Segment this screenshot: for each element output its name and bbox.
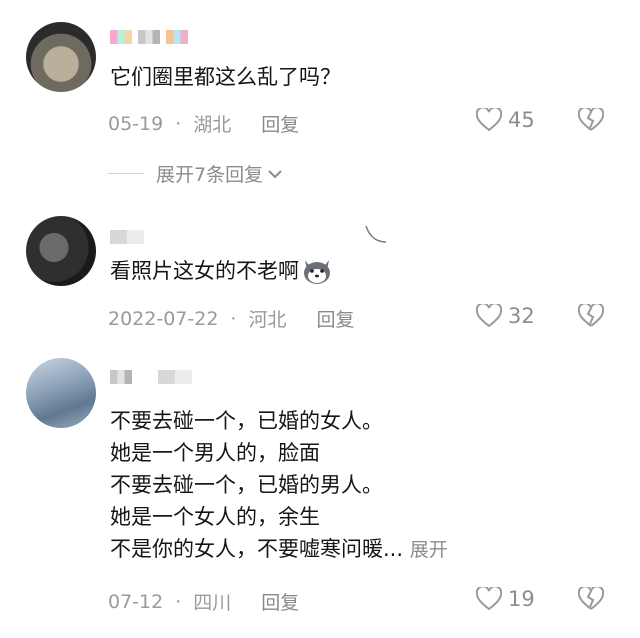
broken-heart-icon xyxy=(578,304,604,328)
heart-outline-icon xyxy=(476,304,502,328)
heart-outline-icon xyxy=(476,108,502,132)
blurred-name-part xyxy=(158,370,192,384)
comment-date: 05-19 xyxy=(108,112,164,135)
comment-line-truncated: 不是你的女人，不要嘘寒问暖... xyxy=(110,537,404,561)
comment-meta: 07-12 · 四川 回复 xyxy=(108,588,299,615)
blurred-name-part xyxy=(110,230,144,244)
comment-text: 它们圈里都这么乱了吗？ xyxy=(110,65,341,89)
like-button[interactable]: 19 xyxy=(476,587,535,611)
separator: · xyxy=(175,112,182,135)
avatar[interactable] xyxy=(26,216,96,286)
like-count: 32 xyxy=(508,304,535,328)
comment-line-last: 不是你的女人，不要嘘寒问暖... 展开 xyxy=(110,533,448,566)
comment-text: 看照片这女的不老啊 xyxy=(110,256,333,286)
comment-line: 不要去碰一个，已婚的男人。 xyxy=(110,473,383,497)
username-blurred[interactable] xyxy=(110,30,188,44)
comment-line: 不要去碰一个，已婚的女人。 xyxy=(110,409,383,433)
comment-location: 河北 xyxy=(248,309,287,331)
like-count: 19 xyxy=(508,587,535,611)
separator: · xyxy=(175,590,182,613)
reply-button[interactable]: 回复 xyxy=(261,588,299,615)
comment-text-body: 看照片这女的不老啊 xyxy=(110,259,299,283)
husky-emoji-icon xyxy=(301,256,333,286)
blurred-name-part xyxy=(166,30,188,44)
blurred-name-part xyxy=(110,30,132,44)
comment-meta: 2022-07-22 · 河北 回复 xyxy=(108,305,355,332)
comment-meta: 05-19 · 湖北 回复 xyxy=(108,110,299,137)
comment-date: 07-12 xyxy=(108,590,164,613)
reply-button[interactable]: 回复 xyxy=(261,110,299,137)
dislike-button[interactable] xyxy=(578,108,604,132)
reply-button[interactable]: 回复 xyxy=(316,305,354,332)
expand-replies-button[interactable]: 展开7条回复 xyxy=(108,160,283,187)
like-count: 45 xyxy=(508,108,535,132)
comment-location: 湖北 xyxy=(193,114,232,136)
chevron-down-icon xyxy=(267,168,283,180)
comment-text: 不要去碰一个，已婚的女人。 她是一个男人的，脸面 不要去碰一个，已婚的男人。 她… xyxy=(110,405,448,566)
like-button[interactable]: 32 xyxy=(476,304,535,328)
divider-line xyxy=(108,173,144,174)
decorative-curve xyxy=(364,222,388,246)
comment-date: 2022-07-22 xyxy=(108,307,219,330)
blurred-name-part xyxy=(138,30,160,44)
comment-location: 四川 xyxy=(193,592,232,614)
avatar[interactable] xyxy=(26,22,96,92)
like-button[interactable]: 45 xyxy=(476,108,535,132)
dislike-button[interactable] xyxy=(578,304,604,328)
broken-heart-icon xyxy=(578,108,604,132)
expand-text-button[interactable]: 展开 xyxy=(410,539,448,561)
heart-outline-icon xyxy=(476,587,502,611)
dislike-button[interactable] xyxy=(578,587,604,611)
username-blurred[interactable] xyxy=(110,230,144,244)
expand-replies-label: 展开7条回复 xyxy=(156,164,264,186)
username-blurred[interactable] xyxy=(110,370,192,384)
avatar[interactable] xyxy=(26,358,96,428)
separator: · xyxy=(230,307,237,330)
blurred-name-part xyxy=(110,370,132,384)
broken-heart-icon xyxy=(578,587,604,611)
comment-line: 她是一个男人的，脸面 xyxy=(110,441,320,465)
comment-line: 她是一个女人的，余生 xyxy=(110,505,320,529)
